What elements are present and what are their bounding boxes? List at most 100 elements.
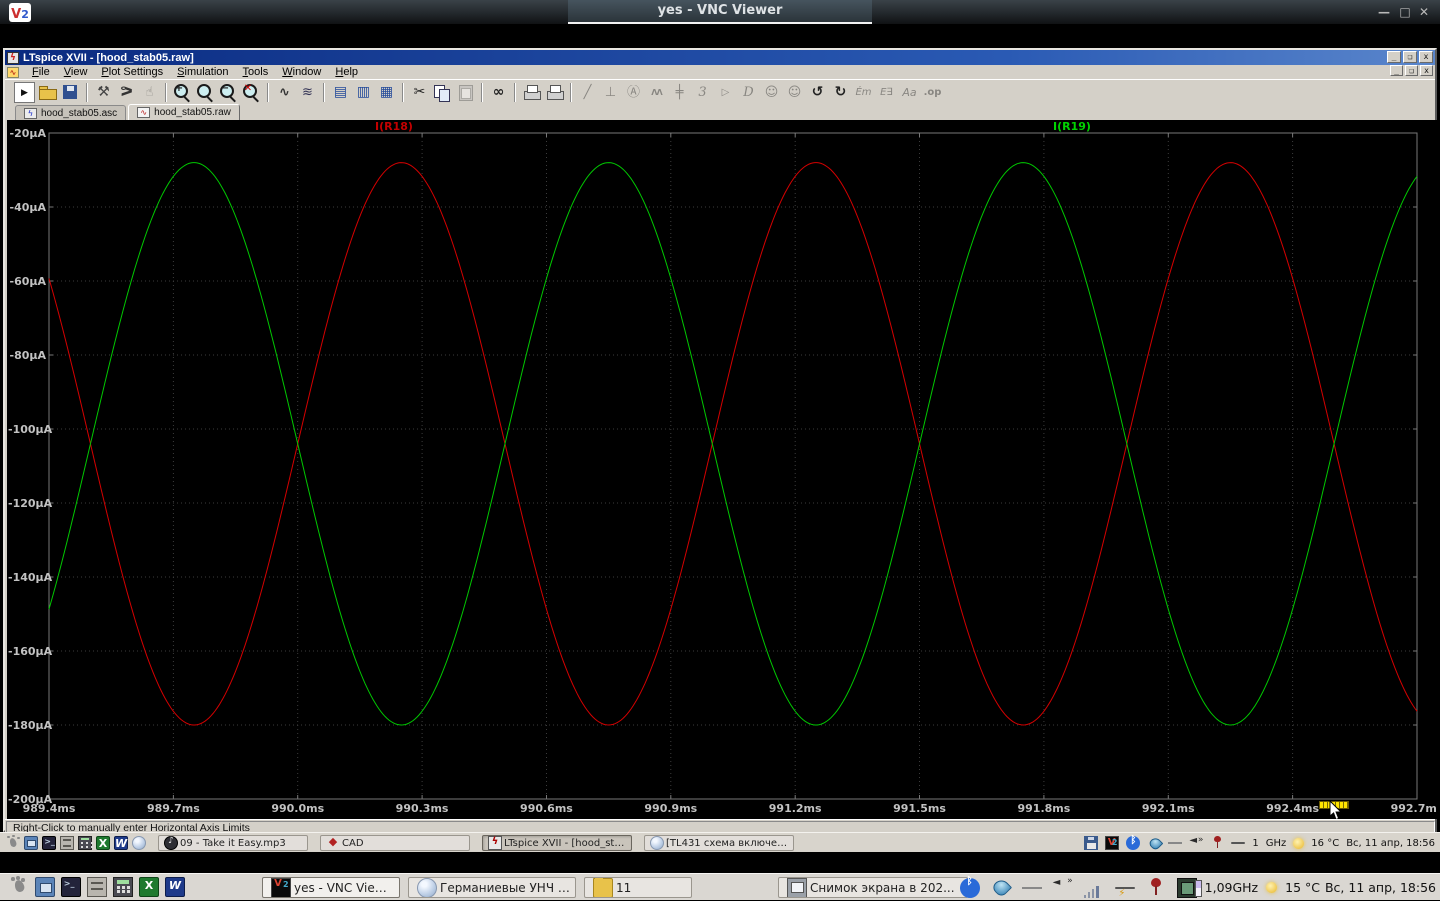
tab-hood-stab05-asc[interactable]: hood_stab05.asc xyxy=(15,105,126,120)
battery-charging-icon[interactable]: ⚡ xyxy=(1115,887,1135,889)
vnc-maximize-button[interactable]: □ xyxy=(1397,5,1413,19)
menu-plot-settings[interactable]: Plot Settings xyxy=(94,66,170,78)
ltspice-minimize-button[interactable]: _ xyxy=(1387,51,1401,63)
drag-icon: E∃ xyxy=(876,82,897,103)
trace-label-i-r18[interactable]: I(R18) xyxy=(375,120,413,133)
file-cabinet-icon[interactable] xyxy=(87,877,107,897)
save-icon[interactable] xyxy=(60,82,81,103)
spreadsheet-icon[interactable] xyxy=(96,836,110,850)
waveform-pane[interactable]: I(R18)I(R19) -20µA-40µA-60µA-80µA-100µA-… xyxy=(7,120,1437,819)
toolbar-separator xyxy=(323,83,325,102)
toolbar-separator xyxy=(514,83,516,102)
tile-horizontally-icon[interactable]: ▥ xyxy=(353,82,374,103)
weather-sun-icon[interactable] xyxy=(1266,882,1277,893)
wine-icon[interactable] xyxy=(1146,878,1166,898)
volume-icon[interactable] xyxy=(1189,836,1203,850)
word-processor-icon[interactable] xyxy=(114,836,128,850)
ru-flag-icon[interactable] xyxy=(1022,887,1042,889)
vnc-viewer-titlebar[interactable]: yes - VNC Viewer — □ ✕ xyxy=(0,0,1440,24)
print-preview-icon[interactable] xyxy=(521,82,542,103)
bluetooth-icon[interactable] xyxy=(1126,836,1140,850)
ltspice-close-button[interactable]: x xyxy=(1419,51,1433,63)
ltspice-titlebar[interactable]: LTspice XVII - [hood_stab05.raw] _ ❏ x xyxy=(5,50,1435,65)
zoom-out-icon[interactable]: − xyxy=(218,82,239,103)
web-browser-icon[interactable] xyxy=(132,836,146,850)
menu-file[interactable]: File xyxy=(25,66,57,78)
cascade-windows-icon[interactable]: ▦ xyxy=(376,82,397,103)
copy-icon[interactable] xyxy=(432,82,453,103)
window-button-label: 11 xyxy=(616,881,631,895)
menu-tools[interactable]: Tools xyxy=(236,66,276,78)
cpu-meter-icon[interactable] xyxy=(1177,878,1197,898)
local-taskbar: yes - VNC Viewer Германиевые УНЧ | ... 11 С… xyxy=(0,873,1440,900)
vnc-icon[interactable] xyxy=(1105,836,1119,850)
spreadsheet-icon[interactable] xyxy=(139,877,159,897)
calculator-icon[interactable] xyxy=(113,877,133,897)
floppy-disk-icon[interactable] xyxy=(1084,836,1098,850)
run-icon[interactable]: ᕗ xyxy=(116,82,137,103)
waveform-document-icon[interactable] xyxy=(7,67,19,78)
taskbar-window-yes-vnc-viewer[interactable]: yes - VNC Viewer xyxy=(262,877,400,898)
volume-icon[interactable] xyxy=(1053,878,1073,898)
ltspice-window-title: LTspice XVII - [hood_stab05.raw] xyxy=(23,52,194,64)
local-clock[interactable]: Вс, 11 апр, 18:56 xyxy=(1325,880,1436,895)
vnc-minimize-button[interactable]: — xyxy=(1376,5,1392,19)
weather-sun-icon[interactable] xyxy=(1293,838,1304,849)
new-schematic-icon[interactable]: ▶ xyxy=(14,82,35,103)
menu-view[interactable]: View xyxy=(57,66,95,78)
y-axis-label: -120µA xyxy=(8,497,46,510)
battery-icon[interactable] xyxy=(1231,842,1245,844)
ltspice-restore-button[interactable]: ❏ xyxy=(1403,51,1417,63)
redo-icon[interactable]: ↻ xyxy=(830,82,851,103)
wine-icon[interactable] xyxy=(1210,836,1224,850)
zoom-in-icon[interactable]: + xyxy=(172,82,193,103)
taskbar-window-11[interactable]: 11 xyxy=(584,877,692,898)
terminal-icon[interactable] xyxy=(61,877,81,897)
taskbar-window-снимок-экрана-в-202[interactable]: Снимок экрана в 202... xyxy=(778,877,968,898)
tile-vertically-icon[interactable]: ▤ xyxy=(330,82,351,103)
zoom-back-icon[interactable] xyxy=(195,82,216,103)
taskbar-window-ltspice-xvii-hood-stab05[interactable]: LTspice XVII - [hood_stab05... xyxy=(482,835,632,851)
find-icon[interactable]: ∞ xyxy=(488,82,509,103)
zoom-full-extents-icon[interactable]: ✕ xyxy=(241,82,262,103)
remote-clock[interactable]: Вс, 11 апр, 18:56 xyxy=(1346,838,1435,849)
child-minimize-button[interactable]: _ xyxy=(1390,65,1403,76)
toolbar-separator xyxy=(267,83,269,102)
cut-icon[interactable]: ✂ xyxy=(409,82,430,103)
gnome-menu-icon[interactable] xyxy=(6,836,20,850)
menu-window[interactable]: Window xyxy=(275,66,328,78)
autorange-y-axis-icon[interactable]: ∿ xyxy=(274,82,295,103)
wire-icon: ╱ xyxy=(577,82,598,103)
undo-icon[interactable]: ↺ xyxy=(807,82,828,103)
taskbar-window-tl431-схема-включения[interactable]: [TL431 схема включения, ... xyxy=(644,835,794,851)
bluetooth-icon[interactable] xyxy=(960,878,980,898)
file-manager-icon[interactable] xyxy=(24,836,38,850)
taskbar-window-германиевые-унч[interactable]: Германиевые УНЧ | ... xyxy=(408,877,576,898)
plot-settings-icon[interactable]: ≋ xyxy=(297,82,318,103)
taskbar-window-09-take-it-easy-mp3[interactable]: 09 - Take it Easy.mp3 xyxy=(158,835,308,851)
menu-help[interactable]: Help xyxy=(328,66,365,78)
y-axis-label: -80µA xyxy=(8,349,46,362)
child-restore-button[interactable]: ❏ xyxy=(1405,65,1418,76)
water-drop-icon[interactable] xyxy=(1147,836,1161,850)
menu-simulation[interactable]: Simulation xyxy=(170,66,235,78)
trace-label-i-r19[interactable]: I(R19) xyxy=(1053,120,1091,133)
child-close-button[interactable]: x xyxy=(1420,65,1433,76)
taskbar-window-cad[interactable]: CAD xyxy=(320,835,470,851)
control-panel-icon[interactable]: ⚒ xyxy=(93,82,114,103)
edit-text-icon: Aa xyxy=(899,82,920,103)
signal-strength-icon[interactable] xyxy=(1084,878,1104,898)
water-drop-icon[interactable] xyxy=(991,878,1011,898)
word-processor-icon[interactable] xyxy=(165,877,185,897)
file-cabinet-icon[interactable] xyxy=(60,836,74,850)
calculator-icon[interactable] xyxy=(78,836,92,850)
file-manager-icon[interactable] xyxy=(35,877,55,897)
tab-hood-stab05-raw[interactable]: hood_stab05.raw xyxy=(128,104,240,120)
print-icon[interactable] xyxy=(544,82,565,103)
vnc-close-button[interactable]: ✕ xyxy=(1416,5,1432,19)
gnome-menu-icon[interactable] xyxy=(9,877,29,897)
schematic-icon xyxy=(24,108,37,119)
terminal-icon[interactable] xyxy=(42,836,56,850)
open-icon[interactable] xyxy=(37,82,58,103)
us-flag-icon[interactable] xyxy=(1168,842,1182,844)
